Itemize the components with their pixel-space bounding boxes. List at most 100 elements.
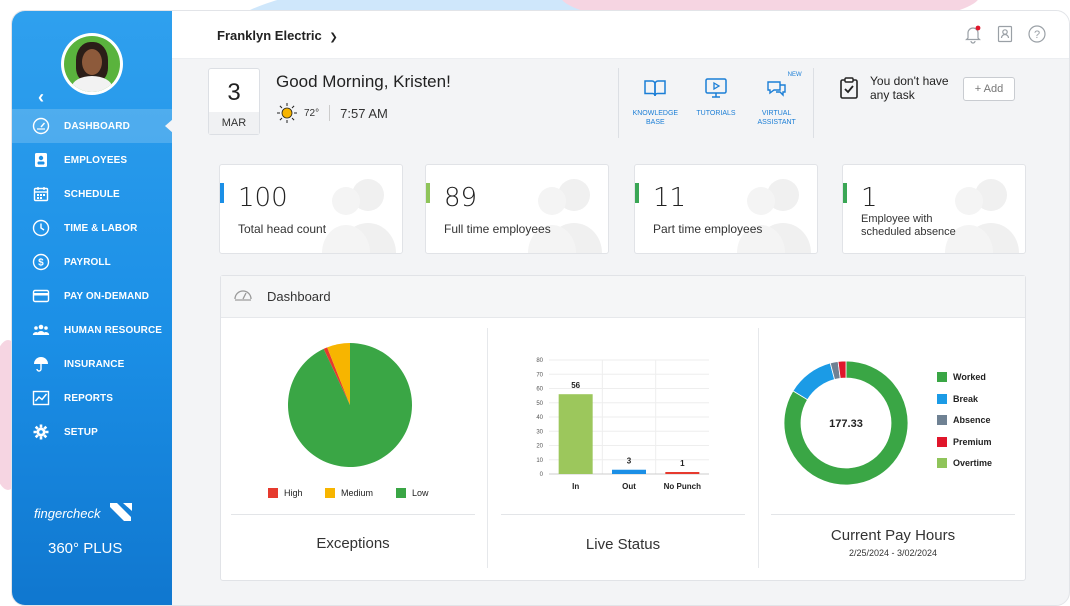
chat-icon	[765, 81, 789, 104]
dashboard-panel: Dashboard High Medium Low Exceptions 0 10…	[220, 275, 1026, 581]
book-icon	[643, 80, 667, 104]
virtual-assistant-link[interactable]: NEW VIRTUAL ASSISTANT	[748, 68, 806, 138]
gauge-icon	[233, 286, 253, 307]
brand-logo: fingercheck 360° PLUS	[34, 501, 134, 557]
brand-edition: 360° PLUS	[48, 540, 123, 557]
y-tick-label: 70	[536, 372, 543, 378]
greeting-text: Good Morning, Kristen!	[276, 72, 451, 91]
shortcut-label: TUTORIALS	[696, 110, 736, 117]
sidebar-item-label: INSURANCE	[64, 358, 125, 370]
stat-label: Total head count	[238, 222, 327, 236]
svg-text:?: ?	[1034, 29, 1040, 41]
stat-card-head-count[interactable]: 100 Total head count	[219, 164, 403, 254]
sidebar-item-insurance[interactable]: INSURANCE	[12, 347, 172, 381]
help-icon[interactable]: ?	[1027, 24, 1047, 44]
contacts-icon[interactable]	[995, 24, 1015, 44]
sun-icon	[276, 102, 298, 124]
stat-value: 1	[861, 183, 878, 213]
collapse-sidebar-icon[interactable]: ‹	[38, 87, 44, 108]
sidebar-item-reports[interactable]: REPORTS	[12, 381, 172, 415]
legend-item-premium: Premium	[937, 436, 992, 447]
chart-title: Current Pay Hours	[830, 527, 956, 544]
fingercheck-logo-icon	[108, 501, 134, 526]
people-silhouette-icon	[945, 179, 1019, 253]
legend-item-absence: Absence	[937, 415, 991, 425]
x-tick-label: No Punch	[664, 482, 701, 491]
dollar-icon: $	[32, 253, 50, 271]
legend-item-low: Low	[396, 488, 429, 498]
stat-value: 89	[444, 183, 478, 213]
y-tick-label: 40	[536, 415, 543, 421]
sidebar-item-time-labor[interactable]: TIME & LABOR	[12, 211, 172, 245]
live-status-bar-chart[interactable]: 0 10 20 30 40 50 60 70 80 56 In 3 Out 1 No Punch	[521, 354, 721, 494]
y-tick-label: 80	[536, 358, 543, 364]
svg-text:$: $	[38, 258, 44, 269]
sidebar-item-label: HUMAN RESOURCE	[64, 324, 163, 336]
sidebar-item-label: REPORTS	[64, 392, 114, 404]
bar-data-label: 3	[627, 457, 632, 466]
company-selector[interactable]: Franklyn Electric ❯	[217, 28, 338, 43]
exceptions-pie-chart[interactable]	[287, 342, 413, 468]
task-status: You don't have any task	[870, 74, 949, 102]
sidebar-item-label: SETUP	[64, 426, 98, 438]
company-name: Franklyn Electric	[217, 28, 322, 43]
bar-in[interactable]	[558, 394, 593, 474]
x-tick-label: Out	[622, 482, 636, 491]
people-silhouette-icon	[322, 179, 396, 253]
temperature: 72°	[304, 107, 320, 119]
date-day: 3	[227, 79, 241, 106]
sidebar-item-dashboard[interactable]: DASHBOARD	[12, 109, 173, 143]
stat-label: Part time employees	[653, 222, 763, 236]
stat-card-part-time[interactable]: 11 Part time employees	[634, 164, 818, 254]
stat-label: Full time employees	[444, 222, 551, 236]
people-silhouette-icon	[528, 179, 602, 253]
bar-out[interactable]	[612, 469, 646, 474]
gear-icon	[32, 423, 50, 441]
legend-item-worked: Worked	[937, 372, 986, 382]
task-widget: You don't have any task + Add	[838, 74, 1018, 124]
legend-item-medium: Medium	[325, 488, 373, 498]
add-task-button[interactable]: + Add	[963, 77, 1015, 101]
sidebar: ‹ DASHBOARD EMPLOYEES SCHEDULE TIME & LA…	[12, 11, 173, 605]
sidebar-item-label: TIME & LABOR	[64, 222, 138, 234]
notification-bell-icon[interactable]	[963, 24, 983, 44]
sidebar-item-payroll[interactable]: $ PAYROLL	[12, 245, 172, 279]
shortcuts-bar: KNOWLEDGE BASE TUTORIALS NEW VIRTUAL ASS…	[618, 68, 814, 138]
stat-card-scheduled-absence[interactable]: 1 Employee with scheduled absence	[842, 164, 1026, 254]
stat-card-full-time[interactable]: 89 Full time employees	[425, 164, 609, 254]
chart-subtitle: 2/25/2024 - 3/02/2024	[848, 548, 938, 558]
bar-no-punch[interactable]	[665, 472, 700, 474]
chart-title: Live Status	[585, 536, 661, 553]
sidebar-item-setup[interactable]: SETUP	[12, 415, 172, 449]
pay-hours-donut-chart[interactable]: 177.33	[781, 358, 911, 488]
chart-icon	[32, 389, 50, 407]
sidebar-item-schedule[interactable]: SCHEDULE	[12, 177, 172, 211]
calendar-icon	[32, 185, 50, 203]
sidebar-item-human-resource[interactable]: HUMAN RESOURCE	[12, 313, 172, 347]
greeting-header: 3 MAR Good Morning, Kristen! 72° 7:57 AM…	[208, 68, 1016, 138]
bar-data-label: 56	[571, 381, 580, 390]
legend-item-high: High	[268, 488, 303, 498]
id-card-icon	[32, 151, 50, 169]
y-tick-label: 0	[540, 472, 544, 478]
sidebar-item-label: SCHEDULE	[64, 188, 120, 200]
video-icon	[704, 78, 728, 104]
donut-center-label: 177.33	[829, 418, 863, 430]
legend-item-overtime: Overtime	[937, 458, 992, 468]
donut-slice-break[interactable]	[792, 362, 836, 401]
sidebar-item-employees[interactable]: EMPLOYEES	[12, 143, 172, 177]
sidebar-item-label: EMPLOYEES	[64, 154, 128, 166]
stat-label: Employee with scheduled absence	[861, 213, 956, 238]
avatar[interactable]	[61, 33, 123, 95]
pie-slice-low[interactable]	[288, 343, 412, 467]
sidebar-nav: DASHBOARD EMPLOYEES SCHEDULE TIME & LABO…	[12, 109, 173, 449]
legend-item-break: Break	[937, 393, 978, 404]
panel-title: Dashboard	[267, 289, 331, 304]
tutorials-link[interactable]: TUTORIALS	[687, 68, 745, 138]
sidebar-item-pay-on-demand[interactable]: PAY ON-DEMAND	[12, 279, 172, 313]
sidebar-item-label: PAYROLL	[64, 256, 111, 268]
shortcut-label: KNOWLEDGE BASE	[632, 110, 679, 126]
knowledge-base-link[interactable]: KNOWLEDGE BASE	[626, 68, 684, 138]
people-silhouette-icon	[737, 179, 811, 253]
y-tick-label: 10	[536, 458, 543, 464]
